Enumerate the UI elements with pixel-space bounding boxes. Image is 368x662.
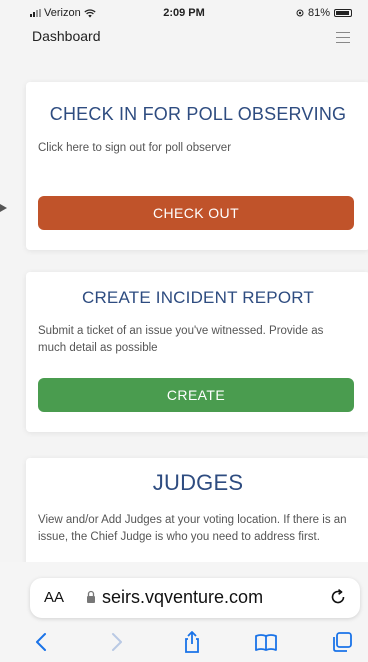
browser-toolbar: AA seirs.vqventure.com <box>0 562 368 662</box>
app-header: Dashboard <box>0 24 368 68</box>
tabs-icon[interactable] <box>330 630 354 654</box>
battery-group: 81% <box>296 7 352 19</box>
poll-observing-card: CHECK IN FOR POLL OBSERVING Click here t… <box>26 82 368 250</box>
arrow-right-icon <box>0 204 7 212</box>
lock-icon <box>87 590 95 603</box>
card-title: CREATE INCIDENT REPORT <box>81 288 315 307</box>
card-title: JUDGES <box>152 470 244 495</box>
check-out-button[interactable]: CHECK OUT <box>38 196 354 230</box>
card-title: CHECK IN FOR POLL OBSERVING <box>49 104 347 124</box>
url-text: seirs.vqventure.com <box>102 587 264 607</box>
phone-screen: Verizon 2:09 PM 81% Dashboard CHECK IN F… <box>0 0 368 662</box>
address-bar[interactable]: AA seirs.vqventure.com <box>30 578 360 618</box>
text-size-button[interactable]: AA <box>44 589 64 606</box>
card-description: Submit a ticket of an issue you've witne… <box>38 325 324 354</box>
browser-nav-row <box>0 628 368 658</box>
reload-icon[interactable] <box>328 587 348 607</box>
forward-icon[interactable] <box>104 630 128 654</box>
card-description: View and/or Add Judges at your voting lo… <box>38 514 347 543</box>
status-bar: Verizon 2:09 PM 81% <box>0 0 368 24</box>
card-description: Click here to sign out for poll observer <box>38 142 232 154</box>
location-icon <box>296 9 304 17</box>
share-icon[interactable] <box>180 630 204 654</box>
battery-icon <box>334 9 352 17</box>
incident-report-card: CREATE INCIDENT REPORT Submit a ticket o… <box>26 272 368 432</box>
bookmarks-icon[interactable] <box>254 630 278 654</box>
page-title: Dashboard <box>32 28 101 44</box>
menu-icon[interactable] <box>336 32 350 43</box>
create-button[interactable]: CREATE <box>38 378 354 412</box>
back-icon[interactable] <box>30 630 54 654</box>
battery-percent: 81% <box>307 7 330 19</box>
